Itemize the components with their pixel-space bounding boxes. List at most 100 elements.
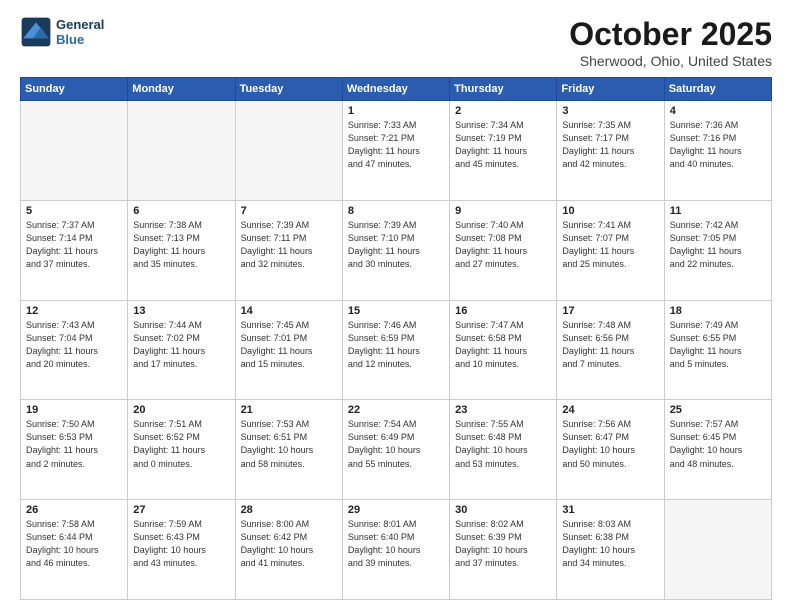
day-info: Sunrise: 7:39 AM Sunset: 7:11 PM Dayligh…: [241, 219, 337, 271]
day-info: Sunrise: 7:33 AM Sunset: 7:21 PM Dayligh…: [348, 119, 444, 171]
day-info: Sunrise: 7:38 AM Sunset: 7:13 PM Dayligh…: [133, 219, 229, 271]
day-number: 9: [455, 205, 551, 217]
day-info: Sunrise: 8:00 AM Sunset: 6:42 PM Dayligh…: [241, 518, 337, 570]
calendar-cell: 18 Sunrise: 7:49 AM Sunset: 6:55 PM Dayli…: [664, 300, 771, 400]
day-info: Sunrise: 7:39 AM Sunset: 7:10 PM Dayligh…: [348, 219, 444, 271]
month-year: October 2025: [569, 16, 772, 53]
day-number: 20: [133, 404, 229, 416]
col-friday: Friday: [557, 78, 664, 101]
day-number: 10: [562, 205, 658, 217]
calendar-week-row: 19 Sunrise: 7:50 AM Sunset: 6:53 PM Dayli…: [21, 400, 772, 500]
calendar-cell: 9 Sunrise: 7:40 AM Sunset: 7:08 PM Daylig…: [450, 200, 557, 300]
day-info: Sunrise: 7:41 AM Sunset: 7:07 PM Dayligh…: [562, 219, 658, 271]
calendar-week-row: 12 Sunrise: 7:43 AM Sunset: 7:04 PM Dayli…: [21, 300, 772, 400]
calendar-cell: [128, 101, 235, 201]
title-section: October 2025 Sherwood, Ohio, United Stat…: [569, 16, 772, 69]
day-number: 29: [348, 504, 444, 516]
day-info: Sunrise: 7:54 AM Sunset: 6:49 PM Dayligh…: [348, 418, 444, 470]
day-info: Sunrise: 7:59 AM Sunset: 6:43 PM Dayligh…: [133, 518, 229, 570]
calendar-week-row: 5Sunrise: 7:37 AM Sunset: 7:14 PM Daylig…: [21, 200, 772, 300]
day-number: 28: [241, 504, 337, 516]
calendar-cell: 26 Sunrise: 7:58 AM Sunset: 6:44 PM Dayli…: [21, 500, 128, 600]
day-info: Sunrise: 7:57 AM Sunset: 6:45 PM Dayligh…: [670, 418, 766, 470]
day-number: 17: [562, 305, 658, 317]
calendar-cell: 5Sunrise: 7:37 AM Sunset: 7:14 PM Daylig…: [21, 200, 128, 300]
day-number: 15: [348, 305, 444, 317]
day-info: Sunrise: 7:50 AM Sunset: 6:53 PM Dayligh…: [26, 418, 122, 470]
day-info: Sunrise: 7:47 AM Sunset: 6:58 PM Dayligh…: [455, 319, 551, 371]
day-number: 4: [670, 105, 766, 117]
day-number: 21: [241, 404, 337, 416]
calendar-cell: 17 Sunrise: 7:48 AM Sunset: 6:56 PM Dayli…: [557, 300, 664, 400]
location: Sherwood, Ohio, United States: [569, 53, 772, 69]
day-number: 22: [348, 404, 444, 416]
calendar-cell: 3 Sunrise: 7:35 AM Sunset: 7:17 PM Daylig…: [557, 101, 664, 201]
day-info: Sunrise: 7:56 AM Sunset: 6:47 PM Dayligh…: [562, 418, 658, 470]
day-info: Sunrise: 8:01 AM Sunset: 6:40 PM Dayligh…: [348, 518, 444, 570]
calendar-cell: [235, 101, 342, 201]
day-info: Sunrise: 7:46 AM Sunset: 6:59 PM Dayligh…: [348, 319, 444, 371]
day-number: 23: [455, 404, 551, 416]
calendar-cell: 30 Sunrise: 8:02 AM Sunset: 6:39 PM Dayli…: [450, 500, 557, 600]
day-number: 31: [562, 504, 658, 516]
day-number: 18: [670, 305, 766, 317]
day-info: Sunrise: 7:43 AM Sunset: 7:04 PM Dayligh…: [26, 319, 122, 371]
day-info: Sunrise: 7:44 AM Sunset: 7:02 PM Dayligh…: [133, 319, 229, 371]
day-info: Sunrise: 7:42 AM Sunset: 7:05 PM Dayligh…: [670, 219, 766, 271]
calendar-cell: [664, 500, 771, 600]
day-info: Sunrise: 7:58 AM Sunset: 6:44 PM Dayligh…: [26, 518, 122, 570]
day-info: Sunrise: 7:48 AM Sunset: 6:56 PM Dayligh…: [562, 319, 658, 371]
day-number: 7: [241, 205, 337, 217]
day-number: 27: [133, 504, 229, 516]
calendar-cell: 15 Sunrise: 7:46 AM Sunset: 6:59 PM Dayli…: [342, 300, 449, 400]
calendar-cell: 16 Sunrise: 7:47 AM Sunset: 6:58 PM Dayli…: [450, 300, 557, 400]
day-number: 19: [26, 404, 122, 416]
calendar-cell: 7 Sunrise: 7:39 AM Sunset: 7:11 PM Daylig…: [235, 200, 342, 300]
calendar-cell: 25 Sunrise: 7:57 AM Sunset: 6:45 PM Dayli…: [664, 400, 771, 500]
day-number: 13: [133, 305, 229, 317]
col-thursday: Thursday: [450, 78, 557, 101]
day-info: Sunrise: 7:36 AM Sunset: 7:16 PM Dayligh…: [670, 119, 766, 171]
day-info: Sunrise: 7:49 AM Sunset: 6:55 PM Dayligh…: [670, 319, 766, 371]
day-number: 3: [562, 105, 658, 117]
day-info: Sunrise: 7:51 AM Sunset: 6:52 PM Dayligh…: [133, 418, 229, 470]
day-number: 14: [241, 305, 337, 317]
col-wednesday: Wednesday: [342, 78, 449, 101]
day-number: 1: [348, 105, 444, 117]
day-info: Sunrise: 8:02 AM Sunset: 6:39 PM Dayligh…: [455, 518, 551, 570]
calendar-cell: 13 Sunrise: 7:44 AM Sunset: 7:02 PM Dayli…: [128, 300, 235, 400]
calendar: Sunday Monday Tuesday Wednesday Thursday…: [20, 77, 772, 600]
calendar-cell: 23 Sunrise: 7:55 AM Sunset: 6:48 PM Dayli…: [450, 400, 557, 500]
calendar-body: 1 Sunrise: 7:33 AM Sunset: 7:21 PM Daylig…: [21, 101, 772, 600]
day-info: Sunrise: 7:35 AM Sunset: 7:17 PM Dayligh…: [562, 119, 658, 171]
calendar-cell: [21, 101, 128, 201]
calendar-cell: 10 Sunrise: 7:41 AM Sunset: 7:07 PM Dayli…: [557, 200, 664, 300]
day-info: Sunrise: 7:55 AM Sunset: 6:48 PM Dayligh…: [455, 418, 551, 470]
day-number: 6: [133, 205, 229, 217]
day-number: 25: [670, 404, 766, 416]
day-number: 26: [26, 504, 122, 516]
logo-text: General Blue: [56, 17, 104, 47]
calendar-cell: 12 Sunrise: 7:43 AM Sunset: 7:04 PM Dayli…: [21, 300, 128, 400]
header: General Blue October 2025 Sherwood, Ohio…: [20, 16, 772, 69]
calendar-cell: 31Sunrise: 8:03 AM Sunset: 6:38 PM Dayli…: [557, 500, 664, 600]
calendar-cell: 22 Sunrise: 7:54 AM Sunset: 6:49 PM Dayli…: [342, 400, 449, 500]
day-number: 30: [455, 504, 551, 516]
col-monday: Monday: [128, 78, 235, 101]
day-info: Sunrise: 7:37 AM Sunset: 7:14 PM Dayligh…: [26, 219, 122, 271]
calendar-week-row: 26 Sunrise: 7:58 AM Sunset: 6:44 PM Dayli…: [21, 500, 772, 600]
day-number: 12: [26, 305, 122, 317]
day-number: 11: [670, 205, 766, 217]
calendar-cell: 27 Sunrise: 7:59 AM Sunset: 6:43 PM Dayli…: [128, 500, 235, 600]
day-number: 2: [455, 105, 551, 117]
day-number: 24: [562, 404, 658, 416]
calendar-cell: 11 Sunrise: 7:42 AM Sunset: 7:05 PM Dayli…: [664, 200, 771, 300]
calendar-cell: 14Sunrise: 7:45 AM Sunset: 7:01 PM Dayli…: [235, 300, 342, 400]
calendar-cell: 20 Sunrise: 7:51 AM Sunset: 6:52 PM Dayli…: [128, 400, 235, 500]
calendar-week-row: 1 Sunrise: 7:33 AM Sunset: 7:21 PM Daylig…: [21, 101, 772, 201]
calendar-cell: 6 Sunrise: 7:38 AM Sunset: 7:13 PM Daylig…: [128, 200, 235, 300]
day-info: Sunrise: 7:40 AM Sunset: 7:08 PM Dayligh…: [455, 219, 551, 271]
calendar-cell: 4 Sunrise: 7:36 AM Sunset: 7:16 PM Daylig…: [664, 101, 771, 201]
day-number: 16: [455, 305, 551, 317]
calendar-cell: 28 Sunrise: 8:00 AM Sunset: 6:42 PM Dayli…: [235, 500, 342, 600]
